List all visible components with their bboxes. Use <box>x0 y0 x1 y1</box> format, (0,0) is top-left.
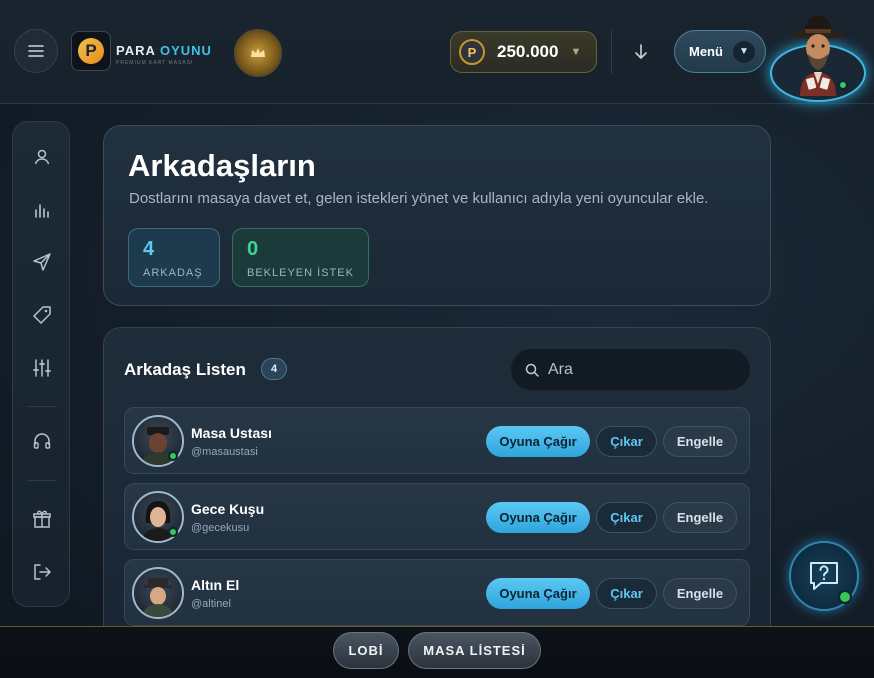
sidebar-item-settings[interactable] <box>30 356 54 380</box>
friend-username: @gecekusu <box>191 522 250 534</box>
invite-to-game-button[interactable]: Oyuna Çağır <box>486 426 590 457</box>
logout-icon <box>34 564 51 580</box>
headphones-icon <box>33 433 51 449</box>
sidebar-divider <box>27 480 57 481</box>
online-status-dot <box>168 527 178 537</box>
balance-dropdown[interactable]: P 250.000 ▼ <box>450 31 597 73</box>
sidebar <box>12 121 70 607</box>
block-user-button[interactable]: Engelle <box>663 502 737 533</box>
online-status-dot <box>168 451 178 461</box>
sidebar-item-profile[interactable] <box>30 145 54 169</box>
remove-friend-button[interactable]: Çıkar <box>596 578 657 609</box>
stat-pending: 0 BEKLEYEN İSTEK <box>232 228 369 287</box>
friend-row: Masa Ustası @masaustasi Oyuna Çağır Çıka… <box>124 407 750 474</box>
friend-row: Altın El @altinel Oyuna Çağır Çıkar Enge… <box>124 559 750 626</box>
sidebar-item-promotions[interactable] <box>30 303 54 327</box>
search-icon <box>525 363 539 377</box>
stat-friends: 4 ARKADAŞ <box>128 228 220 287</box>
stat-friends-label: ARKADAŞ <box>143 267 203 279</box>
menu-label: Menü <box>689 44 723 59</box>
avatar[interactable] <box>132 567 184 619</box>
logo-mark: P <box>78 38 104 64</box>
balance-value: 250.000 <box>497 42 559 61</box>
chevron-down-icon: ▼ <box>732 40 755 63</box>
page-title: Arkadaşların <box>128 148 316 183</box>
logo-tagline: PREMIUM KART MASASI <box>116 60 194 66</box>
block-user-button[interactable]: Engelle <box>663 426 737 457</box>
coin-icon: P <box>459 39 485 65</box>
friend-row: Gece Kuşu @gecekusu Oyuna Çağır Çıkar En… <box>124 483 750 550</box>
search-input[interactable] <box>548 360 728 379</box>
send-icon <box>33 253 51 271</box>
invite-to-game-button[interactable]: Oyuna Çağır <box>486 578 590 609</box>
friend-name: Gece Kuşu <box>191 501 265 517</box>
sliders-icon <box>33 359 51 377</box>
chat-question-icon <box>810 562 838 590</box>
online-status-dot <box>838 590 852 604</box>
hamburger-menu-button[interactable] <box>14 29 58 73</box>
search-box[interactable] <box>511 349 750 390</box>
sidebar-item-logout[interactable] <box>30 560 54 584</box>
bar-chart-icon <box>35 204 49 218</box>
gift-icon <box>33 510 51 528</box>
friend-username: @altinel <box>191 598 231 610</box>
download-button[interactable] <box>619 30 663 74</box>
friend-count-badge: 4 <box>261 358 287 380</box>
online-status-dot <box>838 80 848 90</box>
lobby-button[interactable]: LOBİ <box>333 632 399 669</box>
remove-friend-button[interactable]: Çıkar <box>596 502 657 533</box>
logo-word-oyunu: OYUNU <box>160 43 212 58</box>
tag-icon <box>33 306 51 324</box>
chevron-down-icon: ▼ <box>570 46 582 58</box>
stat-pending-value: 0 <box>247 238 259 260</box>
friend-name: Altın El <box>191 577 240 593</box>
sidebar-item-messages[interactable] <box>30 250 54 274</box>
sidebar-item-stats[interactable] <box>30 198 54 222</box>
table-list-button[interactable]: MASA LİSTESİ <box>408 632 541 669</box>
logo-word-para: PARA <box>116 43 156 58</box>
remove-friend-button[interactable]: Çıkar <box>596 426 657 457</box>
page-subtitle: Dostlarını masaya davet et, gelen istekl… <box>129 190 709 207</box>
sidebar-divider <box>27 406 57 407</box>
arrow-down-icon <box>635 44 647 59</box>
invite-to-game-button[interactable]: Oyuna Çağır <box>486 502 590 533</box>
friend-username: @masaustasi <box>191 446 258 458</box>
friend-list-title: Arkadaş Listen <box>124 360 246 379</box>
friend-name: Masa Ustası <box>191 425 272 441</box>
stat-friends-value: 4 <box>143 238 155 260</box>
friend-list-card: Arkadaş Listen 4 Masa Ustası @masaustasi… <box>103 327 771 637</box>
stat-pending-label: BEKLEYEN İSTEK <box>247 267 354 279</box>
vip-crown-button[interactable] <box>234 29 282 77</box>
sidebar-item-support[interactable] <box>30 429 54 453</box>
header-divider <box>611 30 612 74</box>
user-icon <box>34 149 50 165</box>
sidebar-item-gifts[interactable] <box>30 507 54 531</box>
logo[interactable]: P <box>71 31 111 71</box>
hamburger-icon <box>28 45 44 57</box>
friends-summary-card: Arkadaşların Dostlarını masaya davet et,… <box>103 125 771 306</box>
crown-icon <box>251 48 265 57</box>
block-user-button[interactable]: Engelle <box>663 578 737 609</box>
menu-button[interactable]: Menü ▼ <box>674 30 766 73</box>
